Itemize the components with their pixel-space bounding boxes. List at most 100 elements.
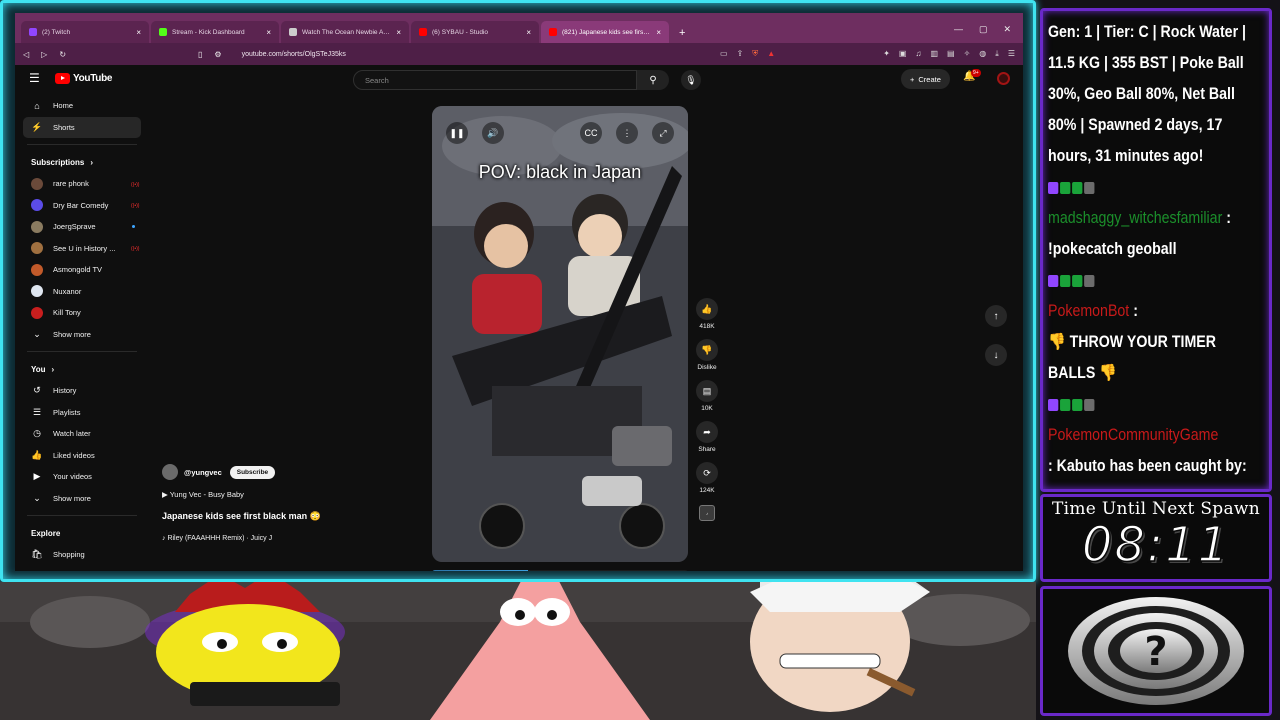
minimize-icon[interactable]: — xyxy=(954,24,963,35)
shorts-navigation: ↑ ↓ xyxy=(985,305,1007,366)
chat-text: !pokecatch geoball xyxy=(1048,240,1177,258)
sidebar-item-history[interactable]: ↺ History xyxy=(23,380,141,402)
channel-avatar[interactable] xyxy=(162,464,178,480)
like-action: 👍 418K xyxy=(696,298,718,330)
browser-tab[interactable]: (821) Japanese kids see first bl × xyxy=(541,21,669,43)
close-tab-icon[interactable]: × xyxy=(526,28,531,37)
timer-title: Time Until Next Spawn xyxy=(1052,499,1260,519)
pause-icon[interactable]: ❚❚ xyxy=(446,122,468,144)
close-tab-icon[interactable]: × xyxy=(656,28,661,37)
video-controls-left: ❚❚ 🔊 xyxy=(446,122,504,144)
wallet-icon[interactable]: ▣ xyxy=(899,49,907,59)
browser-tab[interactable]: Stream - Kick Dashboard × xyxy=(151,21,279,43)
screen-icon[interactable]: ▭ xyxy=(720,49,728,59)
short-video-player[interactable]: ❚❚ 🔊 CC ⋮ ⤢ POV: black in Japan xyxy=(432,106,688,562)
subscribe-button[interactable]: Subscribe xyxy=(229,465,276,479)
account-avatar[interactable] xyxy=(997,72,1010,85)
music-icon[interactable]: ♫ xyxy=(915,49,921,59)
site-info-icon[interactable]: ⚙ xyxy=(214,50,221,59)
maximize-icon[interactable]: ▢ xyxy=(979,24,988,35)
close-tab-icon[interactable]: × xyxy=(266,28,271,37)
new-tab-button[interactable]: + xyxy=(671,27,693,43)
sidebar-item-channel[interactable]: Dry Bar Comedy ((•)) xyxy=(23,195,141,217)
search-input[interactable]: Search xyxy=(353,70,637,90)
chat-text: 👎 THROW YOUR TIMER BALLS 👎 xyxy=(1048,333,1216,382)
shopping-icon: 🛍 xyxy=(31,549,43,560)
subscriptions-header[interactable]: Subscriptions › xyxy=(23,151,141,173)
search-button[interactable]: ⚲ xyxy=(637,70,669,90)
back-icon[interactable]: ◁ xyxy=(23,50,29,59)
close-window-icon[interactable]: ✕ xyxy=(1003,24,1011,35)
tabs-icon[interactable]: ▤ xyxy=(947,49,955,59)
watch-later-icon: ◷ xyxy=(33,428,41,439)
bookmark-icon[interactable]: ▯ xyxy=(198,50,202,59)
leo-icon[interactable]: ✧ xyxy=(964,49,971,59)
sidebar-item-channel[interactable]: rare phonk ((•)) xyxy=(23,173,141,195)
next-short-preview[interactable] xyxy=(432,570,688,571)
vpn-icon[interactable]: ◍ xyxy=(979,49,986,59)
fullscreen-icon[interactable]: ⤢ xyxy=(652,122,674,144)
sidebar-item-watch-later[interactable]: ◷ Watch later xyxy=(23,423,141,445)
sidebar-item-channel[interactable]: Asmongold TV xyxy=(23,259,141,281)
thumbs-up-icon: 👍 xyxy=(701,303,713,314)
sidebar-item-channel[interactable]: Nuxanor xyxy=(23,281,141,303)
sidebar-item-liked-videos[interactable]: 👍 Liked videos xyxy=(23,445,141,467)
sidebar-item-channel[interactable]: Kill Tony xyxy=(23,302,141,324)
sound-thumbnail[interactable]: ♪ xyxy=(699,505,715,521)
like-count: 418K xyxy=(699,323,715,330)
you-header[interactable]: You › xyxy=(23,358,141,380)
volume-icon[interactable]: 🔊 xyxy=(482,122,504,144)
youtube-logo[interactable]: YouTube xyxy=(55,72,113,84)
chat-username[interactable]: PokemonCommunityGame xyxy=(1048,426,1218,444)
video-controls-right: CC ⋮ ⤢ xyxy=(580,122,674,144)
shield-icon[interactable]: ⛨ xyxy=(752,49,758,59)
next-short-button[interactable]: ↓ xyxy=(985,344,1007,366)
voice-search-button[interactable]: 🎙 xyxy=(681,70,701,90)
browser-tab[interactable]: (6) SYBAU - Studio × xyxy=(411,21,539,43)
share-arrow-icon: ➦ xyxy=(703,426,711,437)
extension-icon[interactable]: ✦ xyxy=(883,49,890,59)
share-button[interactable]: ➦ xyxy=(696,421,718,443)
comments-button[interactable]: ▤ xyxy=(696,380,718,402)
chat-username[interactable]: madshaggy_witchesfamiliar xyxy=(1048,209,1222,227)
sidebar-item-playlists[interactable]: ☰ Playlists xyxy=(23,402,141,424)
reload-icon[interactable]: ↻ xyxy=(59,50,66,59)
alert-icon[interactable]: ▲ xyxy=(767,49,775,59)
menu-icon[interactable]: ☰ xyxy=(1008,49,1015,59)
browser-tab[interactable]: (2) Twitch × xyxy=(21,21,149,43)
channel-name[interactable]: @yungvec xyxy=(184,468,222,477)
address-bar[interactable]: youtube.com/shorts/OlgSTeJ35ks xyxy=(242,51,346,58)
sidebar-item-show-more-you[interactable]: ⌄ Show more xyxy=(23,488,141,510)
channel-row: @yungvec Subscribe xyxy=(162,464,422,480)
share-icon[interactable]: ⇪ xyxy=(737,49,744,59)
previous-short-button[interactable]: ↑ xyxy=(985,305,1007,327)
sidebar-item-your-videos[interactable]: ▶ Your videos xyxy=(23,466,141,488)
sidebar-item-home[interactable]: ⌂ Home xyxy=(23,95,141,117)
sidebar-item-show-more[interactable]: ⌄ Show more xyxy=(23,324,141,346)
download-icon[interactable]: ⤓ xyxy=(995,49,999,59)
captions-icon[interactable]: CC xyxy=(580,122,602,144)
stream-overlay-couch xyxy=(0,542,1036,720)
browser-tab[interactable]: Watch The Ocean Newbie Adventure × xyxy=(281,21,409,43)
dislike-button[interactable]: 👎 xyxy=(696,339,718,361)
forward-icon[interactable]: ▷ xyxy=(41,50,47,59)
chat-badge-icon xyxy=(1060,398,1071,411)
sidebar-item-shorts[interactable]: ⚡ Shorts xyxy=(23,116,141,138)
song-link[interactable]: ▶ Yung Vec - Busy Baby xyxy=(162,490,422,499)
sidebar-item-label: rare phonk xyxy=(53,179,89,189)
remix-button[interactable]: ⟳ xyxy=(696,462,718,484)
chat-username[interactable]: PokemonBot xyxy=(1048,302,1129,320)
sidebar-icon[interactable]: ▥ xyxy=(930,49,938,59)
hamburger-menu-icon[interactable]: ☰ xyxy=(29,71,49,85)
sidebar-item-channel[interactable]: JoergSprave xyxy=(23,216,141,238)
create-button[interactable]: + Create xyxy=(901,69,950,89)
like-button[interactable]: 👍 xyxy=(696,298,718,320)
audio-link[interactable]: ♪ Riley (FAAAHHH Remix) · Juicy J xyxy=(162,535,422,542)
more-options-icon[interactable]: ⋮ xyxy=(616,122,638,144)
sidebar-item-shopping[interactable]: 🛍 Shopping xyxy=(23,544,141,566)
tab-favicon-icon xyxy=(549,28,557,36)
close-tab-icon[interactable]: × xyxy=(136,28,141,37)
close-tab-icon[interactable]: × xyxy=(396,28,401,37)
sidebar-item-channel[interactable]: See U in History ... ((•)) xyxy=(23,238,141,260)
